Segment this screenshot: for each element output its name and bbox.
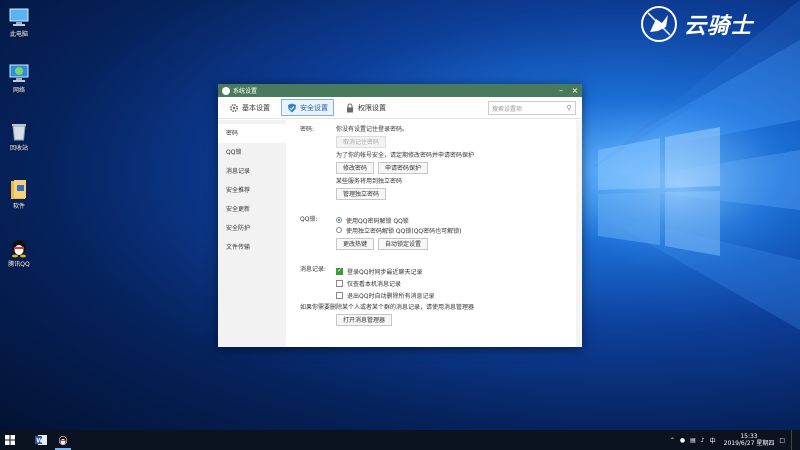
clock-date: 2019/6/27 星期四 [723,440,775,447]
change-hotkey-button[interactable]: 更改热键 [336,238,375,250]
tab-basic-settings[interactable]: 基本设置 [224,99,275,116]
close-button[interactable]: × [568,84,582,97]
radio-button[interactable] [336,227,342,233]
independent-password-text: 某些服务将用到独立密码 [336,178,403,185]
sidebar-item-file-transfer[interactable]: 文件传输 [218,238,286,257]
checkbox[interactable]: ✓ [336,267,343,275]
taskbar: W ⌃ ● ▤ ♪ 中 15:33 2019/6/27 星期四 □ [0,430,800,450]
checkbox[interactable] [336,279,343,287]
sidebar-item-qqlock[interactable]: QQ锁 [218,143,286,162]
search-settings-input[interactable]: 搜索设置项 ⚲ [488,101,576,115]
password-status-text: 你没有设置记住登录密码。 [336,126,409,133]
sidebar-item-security-recommend[interactable]: 安全推荐 [218,181,286,200]
start-button[interactable] [0,430,20,450]
desktop-icon-network[interactable]: 网络 [2,62,36,95]
chevron-up-icon[interactable]: ⌃ [670,437,675,444]
settings-sidebar: 密码 QQ锁 消息记录 安全推荐 安全更新 安全防护 文件传输 [218,120,286,347]
watermark-text: 云骑士 [684,13,754,39]
computer-icon [8,6,30,28]
desktop-icon-label: 回收站 [9,145,28,152]
knight-logo-icon [641,6,677,42]
desktop-icon-recycle-bin[interactable]: 回收站 [2,120,36,153]
taskbar-app-word[interactable]: W [30,430,52,450]
cancel-remember-password-button[interactable]: 取消记住密码 [336,136,387,148]
sidebar-item-security-update[interactable]: 安全更新 [218,200,286,219]
change-password-button[interactable]: 修改密码 [336,162,375,174]
checkbox-label: 退出QQ时自动删除所有消息记录 [347,292,435,300]
shield-icon [288,103,296,112]
minimize-button[interactable]: – [554,84,568,97]
desktop-icon-this-pc[interactable]: 此电脑 [2,6,36,39]
desktop-icon-qq[interactable]: 腾讯QQ [2,236,36,269]
tab-label: 安全设置 [300,103,328,112]
messages-label: 消息记录: [300,266,327,273]
lock-icon [347,103,353,112]
dialog-body: 密码 QQ锁 消息记录 安全推荐 安全更新 安全防护 文件传输 密码: 你没有设… [218,120,582,347]
network-tray-icon[interactable]: ▤ [690,437,696,444]
qqlock-option-independent-password[interactable]: 使用独立密码解锁 QQ锁(QQ密码也可解锁) [336,225,582,235]
qq-icon [222,86,230,95]
desktop-icon-label: 网络 [12,87,25,94]
qqlock-section: QQ锁: 使用QQ密码解锁 QQ锁 使用独立密码解锁 QQ锁(QQ密码也可解锁)… [300,215,582,253]
input-method-indicator[interactable]: 中 [710,436,716,445]
tab-permission-settings[interactable]: 权限设置 [340,99,391,116]
open-message-manager-button[interactable]: 打开消息管理器 [336,314,393,326]
qq-penguin-icon [58,435,68,446]
checkbox-label: 登录QQ时同步最近聊天记录 [347,268,423,276]
notification-icon[interactable]: □ [779,437,785,444]
sidebar-item-security-protection[interactable]: 安全防护 [218,219,286,238]
clock[interactable]: 15:33 2019/6/27 星期四 [724,433,775,447]
tab-label: 基本设置 [242,103,270,112]
password-label: 密码: [300,126,315,133]
system-tray: ⌃ ● ▤ ♪ 中 15:33 2019/6/27 星期四 □ [665,430,794,450]
delete-on-exit-option[interactable]: 退出QQ时自动删除所有消息记录 [336,289,582,301]
sync-recent-chat-option[interactable]: ✓ 登录QQ时同步最近聊天记录 [336,265,582,277]
local-records-only-option[interactable]: 仅查看本机消息记录 [336,277,582,289]
checkbox-label: 仅查看本机消息记录 [347,280,402,288]
dialog-titlebar[interactable]: 系统设置 – × [218,84,582,97]
desktop-icon-label: 腾讯QQ [8,261,30,268]
password-section: 密码: 你没有设置记住登录密码。 取消记住密码 为了你的帐号安全，请定期修改密码… [300,125,582,203]
word-icon: W [35,435,47,445]
gear-icon [229,103,239,112]
search-icon[interactable]: ⚲ [563,104,575,112]
search-placeholder: 搜索设置项 [492,105,523,113]
settings-content: 密码: 你没有设置记住登录密码。 取消记住密码 为了你的帐号安全，请定期修改密码… [286,120,582,347]
qqlock-label: QQ锁: [300,216,318,223]
windows-logo-icon [5,435,15,445]
volume-icon[interactable]: ♪ [701,437,705,444]
qq-tray-icon[interactable]: ● [680,437,685,444]
checkbox[interactable] [336,291,343,299]
password-protect-text: 为了你的帐号安全，请定期修改密码并申请密码保护 [336,152,475,159]
desktop-icon-label: 软件 [12,203,25,210]
show-desktop-button[interactable] [791,430,794,450]
network-icon [8,62,30,84]
dialog-title: 系统设置 [233,88,258,95]
apply-password-protection-button[interactable]: 申请密码保护 [378,162,429,174]
radio-button[interactable] [336,217,342,223]
recycle-bin-icon [8,120,30,142]
manage-independent-password-button[interactable]: 管理独立密码 [336,188,387,200]
radio-label: 使用独立密码解锁 QQ锁(QQ密码也可解锁) [346,227,462,235]
message-manager-note: 如果你需要删除某个人或者某个群的消息记录，请使用消息管理器 [300,304,475,311]
scrollbar[interactable] [576,120,582,347]
sidebar-item-password[interactable]: 密码 [218,124,286,143]
watermark: 云骑士 [640,4,790,44]
system-settings-dialog: 系统设置 – × 基本设置 安全设置 权限设置 搜索设置项 ⚲ 密码 QQ锁 消… [218,84,582,347]
desktop-icon-software[interactable]: 软件 [2,178,36,211]
sidebar-item-messages[interactable]: 消息记录 [218,162,286,181]
tab-bar: 基本设置 安全设置 权限设置 搜索设置项 ⚲ [218,97,582,119]
desktop-icon-label: 此电脑 [9,31,28,38]
qqlock-option-qq-password[interactable]: 使用QQ密码解锁 QQ锁 [336,215,582,225]
taskbar-app-qq[interactable] [52,430,74,450]
clock-time: 15:33 [740,433,758,440]
radio-label: 使用QQ密码解锁 QQ锁 [346,217,409,225]
messages-section: 消息记录: ✓ 登录QQ时同步最近聊天记录 仅查看本机消息记录 退出QQ时自动删… [300,265,582,301]
svg-text:W: W [36,438,43,445]
tab-security-settings[interactable]: 安全设置 [281,99,334,116]
folder-icon [8,178,30,200]
auto-lock-settings-button[interactable]: 自动锁定设置 [378,238,429,250]
tab-label: 权限设置 [358,103,386,112]
qq-penguin-icon [8,236,30,258]
